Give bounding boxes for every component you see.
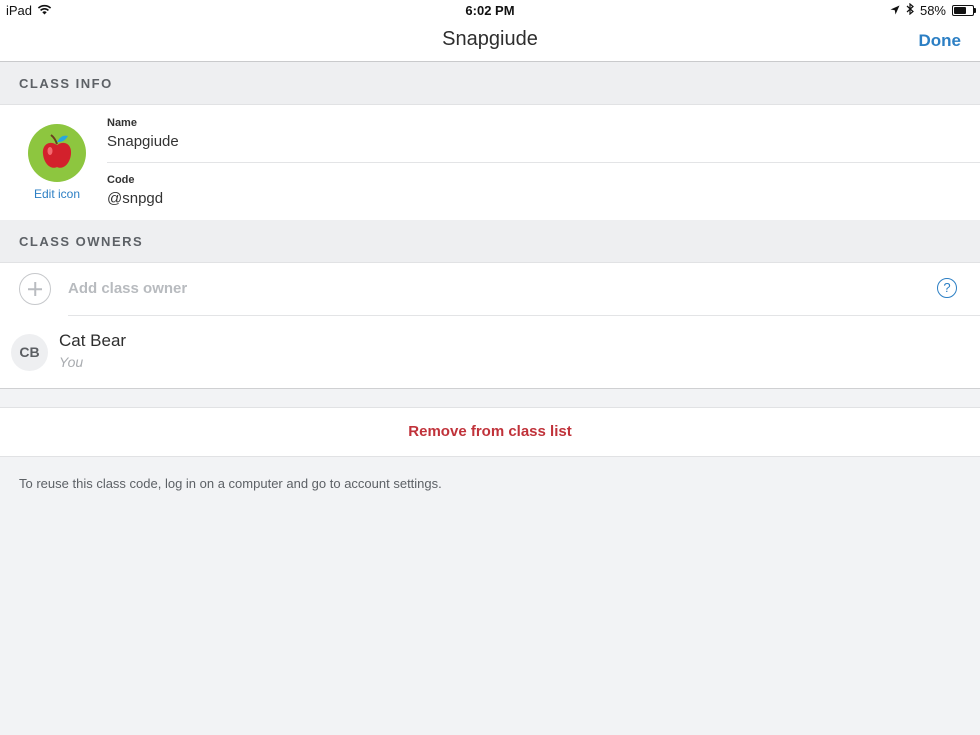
remove-card: Remove from class list (0, 407, 980, 457)
class-info-header-label: CLASS INFO (19, 76, 113, 91)
battery-level (954, 7, 966, 14)
page-title: Snapgiude (442, 28, 538, 50)
location-arrow-icon (890, 3, 900, 18)
class-avatar[interactable] (28, 124, 86, 182)
class-owners-header: CLASS OWNERS (0, 220, 980, 262)
name-field[interactable]: Snapgiude (107, 133, 179, 150)
bluetooth-icon (906, 2, 914, 18)
status-bar: iPad 6:02 PM 58% (0, 0, 980, 20)
owner-name: Cat Bear (59, 331, 127, 350)
apple-icon (42, 134, 72, 168)
navigation-bar: Snapgiude Done (0, 20, 980, 62)
code-field[interactable]: @snpgd (107, 190, 163, 207)
class-owners-card: Add class owner ? CB Cat Bear You (0, 262, 980, 389)
add-class-owner-button[interactable]: Add class owner (68, 280, 187, 297)
owner-avatar: CB (11, 334, 48, 371)
owner-subtitle: You (59, 354, 84, 370)
class-owners-header-label: CLASS OWNERS (19, 234, 144, 249)
name-label: Name (107, 117, 137, 129)
remove-from-class-list-button[interactable]: Remove from class list (0, 423, 980, 440)
battery-percent: 58% (919, 3, 946, 18)
edit-icon-link[interactable]: Edit icon (20, 187, 94, 201)
footnote-text: To reuse this class code, log in on a co… (19, 476, 442, 491)
battery-icon (952, 5, 976, 16)
field-divider (107, 162, 980, 163)
help-icon[interactable]: ? (937, 278, 957, 298)
add-owner-plus-icon[interactable] (19, 273, 51, 305)
code-label: Code (107, 174, 135, 186)
status-right: 58% (890, 2, 976, 18)
class-info-card: Edit icon Name Snapgiude Code @snpgd (0, 104, 980, 221)
class-info-header: CLASS INFO (0, 62, 980, 104)
owner-divider (68, 315, 980, 316)
status-time: 6:02 PM (465, 3, 515, 18)
done-button[interactable]: Done (919, 31, 962, 51)
